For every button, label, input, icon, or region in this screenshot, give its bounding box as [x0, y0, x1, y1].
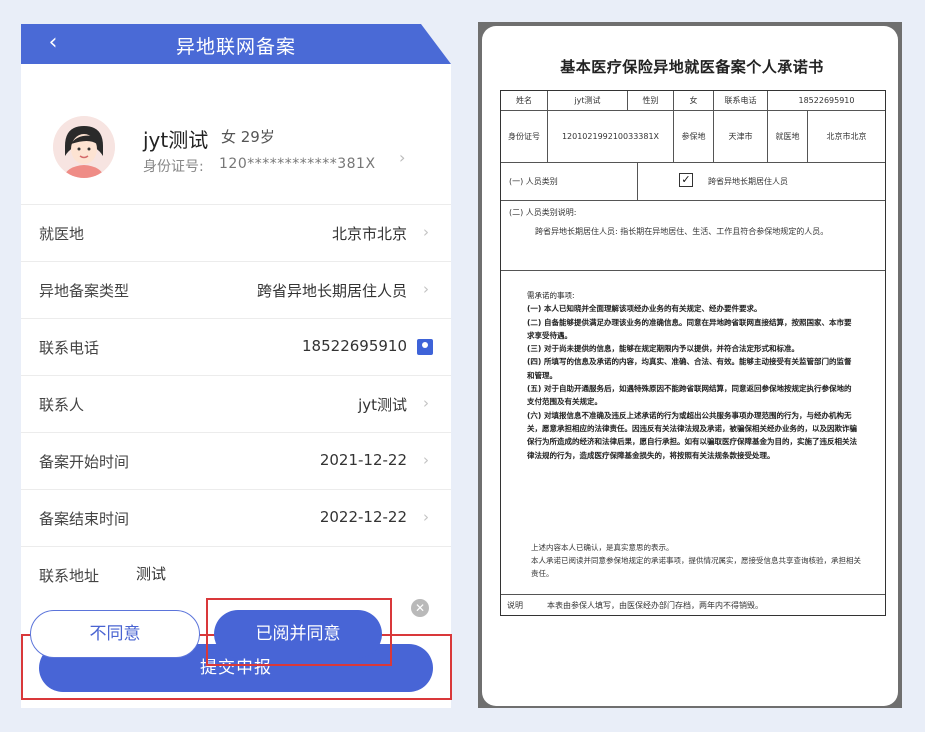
row-contact-person[interactable]: 联系人 jyt测试 › [21, 375, 451, 432]
row-value: jyt测试 [358, 396, 407, 414]
row-label: 联系电话 [39, 339, 100, 357]
footer-text: 本表由参保人填写，由医保经办部门存档，两年内不得销毁。 [547, 601, 763, 610]
table-row: 姓名 jyt测试 性别 女 联系电话 18522695910 [501, 91, 885, 111]
cell: 姓名 [516, 96, 532, 105]
chevron-right-icon: › [423, 280, 429, 298]
cell: 北京市北京 [807, 111, 885, 162]
avatar [53, 116, 115, 178]
cell: 联系电话 [713, 91, 767, 110]
row-record-type[interactable]: 异地备案类型 跨省异地长期居住人员 › [21, 261, 451, 318]
promise-list: 需承诺的事项: (一) 本人已知晓并全面理解该项经办业务的有关规定、经办要件要求… [527, 289, 857, 462]
footer-label: 说明 [507, 601, 523, 610]
closing-line: 上述内容本人已确认，是真实意思的表示。 [531, 543, 674, 552]
cell: 跨省异地长期居住人员 [637, 163, 885, 200]
chevron-right-icon: › [423, 508, 429, 526]
agree-button[interactable]: 已阅并同意 [214, 610, 382, 658]
promise-title: 需承诺的事项: [527, 291, 575, 300]
promise-item: (三) 对于尚未提供的信息，能够在规定期限内予以提供，并符合法定形式和标准。 [527, 344, 799, 354]
commitment-modal: 基本医疗保险异地就医备案个人承诺书 姓名 jyt测试 性别 女 联系电话 185… [482, 26, 898, 706]
promise-item: (一) 本人已知晓并全面理解该项经办业务的有关规定、经办要件要求。 [527, 304, 762, 314]
checkbox-checked-icon: ✓ [679, 173, 693, 187]
table-row: (一) 人员类别 跨省异地长期居住人员 ✓ [501, 163, 885, 201]
table-row: 说明 本表由参保人填写，由医保经办部门存档，两年内不得销毁。 [501, 595, 885, 615]
right-phone-frame: 基本医疗保险异地就医备案个人承诺书 姓名 jyt测试 性别 女 联系电话 185… [478, 22, 902, 708]
row-value: 跨省异地长期居住人员 [256, 282, 407, 300]
profile-name: jyt测试 [143, 128, 209, 152]
note-title: (二) 人员类别说明: [509, 208, 577, 217]
chevron-right-icon: › [399, 148, 406, 167]
row-label: 备案结束时间 [39, 510, 130, 528]
row-value: 2022-12-22 [319, 508, 407, 526]
contact-card-icon[interactable] [417, 339, 433, 355]
header-bar: ‹ 异地联网备案 [21, 24, 451, 64]
cell: 性别 [627, 91, 673, 110]
id-label: 身份证号: [143, 159, 204, 175]
closing-line: 本人承诺已阅读并同意参保地规定的承诺事项，提供情况属实，愿接受信息共享查询核验，… [531, 556, 861, 578]
row-start-date[interactable]: 备案开始时间 2021-12-22 › [21, 432, 451, 489]
cell: 参保地 [673, 111, 713, 162]
cell: 120102199210033381X [547, 111, 673, 162]
cell: 天津市 [713, 111, 767, 162]
row-value: 18522695910 [302, 337, 407, 355]
chevron-right-icon: › [423, 394, 429, 412]
row-value: 北京市北京 [331, 225, 407, 243]
row-label: 联系地址 [39, 567, 100, 585]
closing-statement: 上述内容本人已确认，是真实意思的表示。 本人承诺已阅读并同意参保地规定的承诺事项… [531, 541, 861, 580]
row-label: 就医地 [39, 225, 85, 243]
table-row: (二) 人员类别说明: 跨省异地长期居住人员: 指长期在异地居住、生活、工作且符… [501, 201, 885, 271]
address-input[interactable]: 测试 [136, 563, 166, 584]
cell: (一) 人员类别 [509, 177, 558, 186]
promise-item: (六) 对填报信息不准确及违反上述承诺的行为或超出公共服务事项办理范围的行为，与… [527, 410, 857, 460]
commitment-document: 基本医疗保险异地就医备案个人承诺书 姓名 jyt测试 性别 女 联系电话 185… [494, 38, 890, 628]
promise-item: (二) 自备能够提供满足办理该业务的准确信息。同意在异地跨省联网直接结算，按照国… [527, 317, 852, 340]
row-value: 2021-12-22 [319, 451, 407, 469]
row-label: 异地备案类型 [39, 282, 130, 300]
profile-gender-age: 女 29岁 [221, 128, 275, 146]
document-table: 姓名 jyt测试 性别 女 联系电话 18522695910 身份证号 1201… [500, 90, 886, 616]
record-form: 就医地 北京市北京 › 异地备案类型 跨省异地长期居住人员 › 联系电话 185… [21, 204, 451, 650]
disagree-button[interactable]: 不同意 [30, 610, 200, 658]
table-row: 身份证号 120102199210033381X 参保地 天津市 就医地 北京市… [501, 111, 885, 163]
clear-icon[interactable]: ✕ [411, 599, 429, 617]
id-value: 120************381X [219, 156, 376, 172]
note-body: 跨省异地长期居住人员: 指长期在异地居住、生活、工作且符合参保地规定的人员。 [535, 227, 829, 236]
promise-item: (四) 所填写的信息及承诺的内容，均真实、准确、合法、有效。能够主动接受有关监管… [527, 357, 852, 380]
row-contact-phone[interactable]: 联系电话 18522695910 [21, 318, 451, 375]
row-label: 备案开始时间 [39, 453, 130, 471]
page-title: 异地联网备案 [175, 36, 296, 58]
promise-item: (五) 对于自助开通服务后，如遇特殊原因不能跨省联网结算，同意返回参保地按规定执… [527, 384, 852, 407]
table-row: 需承诺的事项: (一) 本人已知晓并全面理解该项经办业务的有关规定、经办要件要求… [501, 271, 885, 595]
row-label: 联系人 [39, 396, 85, 414]
row-medical-location[interactable]: 就医地 北京市北京 › [21, 204, 451, 261]
document-title: 基本医疗保险异地就医备案个人承诺书 [560, 58, 824, 76]
chevron-right-icon: › [423, 223, 429, 241]
row-end-date[interactable]: 备案结束时间 2022-12-22 › [21, 489, 451, 546]
profile-card[interactable]: jyt测试 女 29岁 身份证号: 120************381X › [21, 64, 451, 204]
cell: jyt测试 [547, 91, 627, 110]
cell: 就医地 [767, 111, 807, 162]
cell: 身份证号 [508, 132, 540, 141]
chevron-right-icon: › [423, 451, 429, 469]
cell: 18522695910 [767, 91, 885, 110]
cell: 女 [673, 91, 713, 110]
